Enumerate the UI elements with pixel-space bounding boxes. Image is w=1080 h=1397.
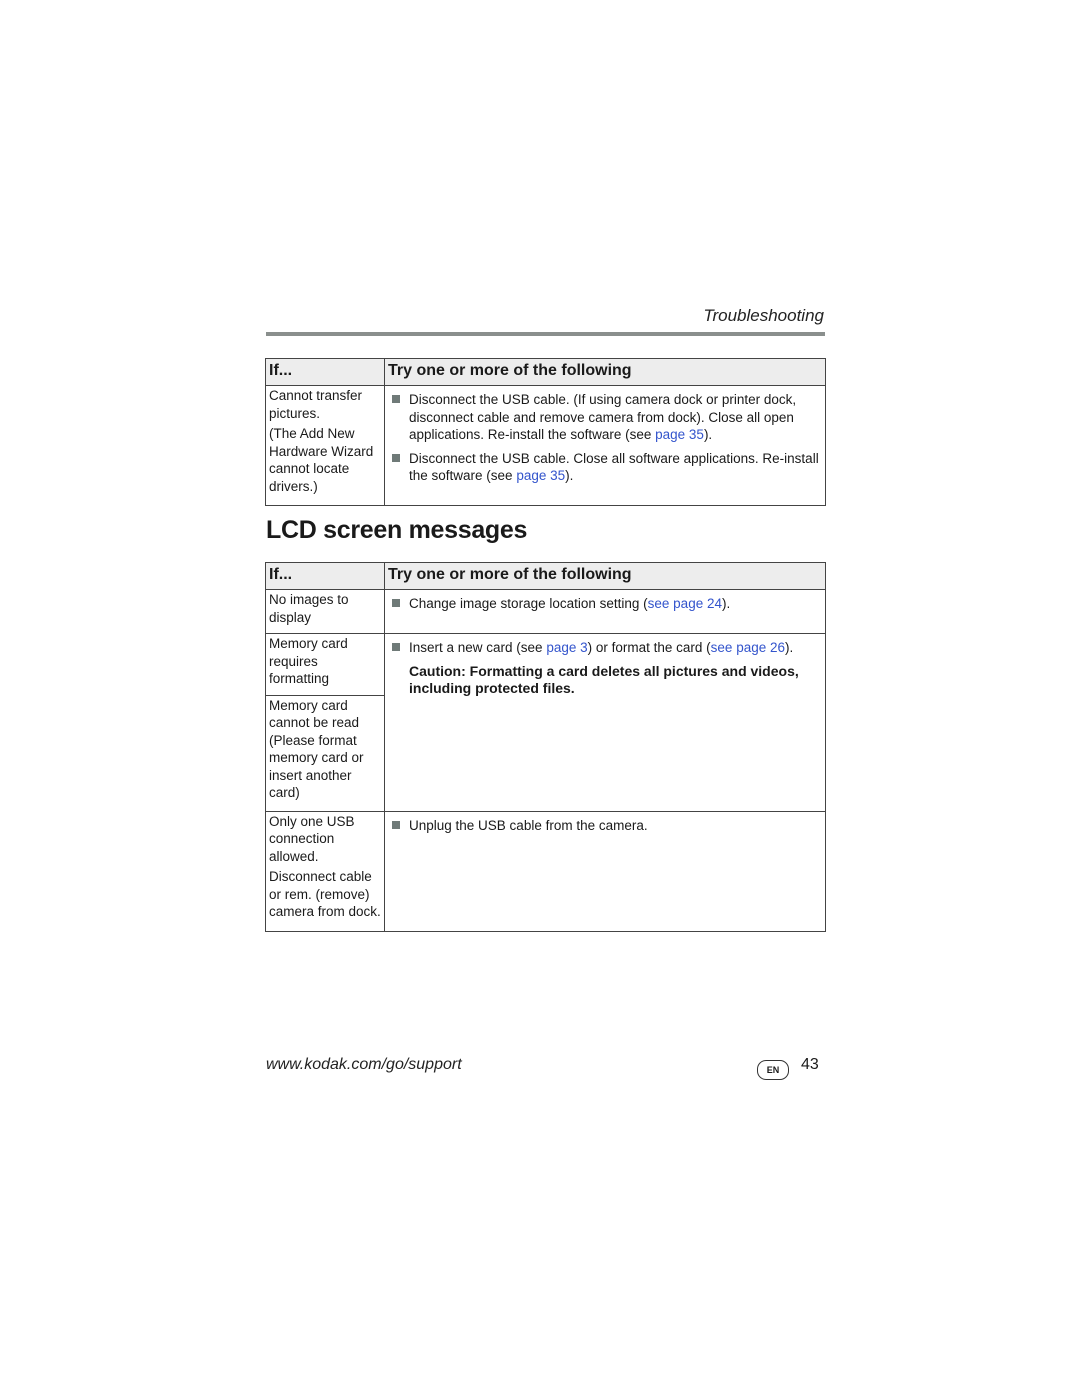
caution-note: Caution: Formatting a card deletes all p… bbox=[409, 662, 799, 696]
square-bullet-icon bbox=[392, 599, 400, 607]
column-header-solutions: Try one or more of the following bbox=[384, 358, 826, 386]
troubleshooting-table: If... Try one or more of the following C… bbox=[265, 358, 826, 506]
if-text: Disconnect cable or rem. (remove) camera… bbox=[269, 869, 381, 919]
if-cell: Only one USB connection allowed. Disconn… bbox=[265, 810, 385, 932]
page-heading: LCD screen messages bbox=[266, 516, 528, 544]
solution-cell: Insert a new card (see page 3) or format… bbox=[384, 633, 826, 812]
table-header-row: If... Try one or more of the following bbox=[265, 358, 826, 386]
table-row: No images to display Change image storag… bbox=[265, 589, 826, 634]
solution-item: Disconnect the USB cable. (If using came… bbox=[388, 391, 822, 444]
solution-text: ). bbox=[703, 427, 713, 442]
solution-item: Unplug the USB cable from the camera. bbox=[388, 817, 822, 835]
section-title: Troubleshooting bbox=[703, 306, 824, 325]
table-header-row: If... Try one or more of the following bbox=[265, 562, 826, 590]
solution-text: ). bbox=[565, 468, 574, 483]
solution-text: Disconnect the USB cable. Close all soft… bbox=[409, 450, 819, 484]
table-row: Cannot transfer pictures. (The Add New H… bbox=[265, 385, 826, 506]
page-link[interactable]: see page 24 bbox=[648, 596, 722, 611]
solution-cell: Disconnect the USB cable. (If using came… bbox=[384, 385, 826, 506]
solution-item: Disconnect the USB cable. Close all soft… bbox=[388, 450, 822, 485]
solution-cell: Change image storage location setting (s… bbox=[384, 589, 826, 634]
square-bullet-icon bbox=[392, 820, 400, 829]
if-text: (The Add New Hardware Wizard cannot loca… bbox=[269, 426, 374, 494]
lcd-messages-table: If... Try one or more of the following N… bbox=[265, 562, 826, 932]
page-link[interactable]: page 35 bbox=[516, 468, 565, 483]
solution-cell: Unplug the USB cable from the camera. bbox=[384, 810, 826, 932]
table-row: Memory card requires formatting Insert a… bbox=[265, 633, 826, 812]
page-link[interactable]: see page 26 bbox=[711, 640, 785, 655]
solution-text: Change image storage location setting ( bbox=[409, 596, 648, 611]
column-header-if: If... bbox=[265, 562, 385, 590]
support-url[interactable]: www.kodak.com/go/support bbox=[266, 1056, 462, 1074]
if-text: Only one USB connection allowed. bbox=[269, 813, 355, 864]
solution-text: ) or format the card ( bbox=[587, 640, 711, 655]
page-link[interactable]: page 35 bbox=[655, 427, 704, 442]
page-link[interactable]: page 3 bbox=[546, 640, 587, 655]
solution-text: Disconnect the USB cable. (If using came… bbox=[409, 392, 797, 442]
language-badge-icon: EN bbox=[757, 1060, 789, 1080]
column-header-solutions: Try one or more of the following bbox=[384, 562, 826, 590]
solution-text: ). bbox=[785, 640, 794, 655]
solution-text: Unplug the USB cable from the camera. bbox=[409, 817, 648, 833]
if-cell: Memory card cannot be read (Please forma… bbox=[265, 694, 385, 812]
square-bullet-icon bbox=[392, 453, 400, 462]
square-bullet-icon bbox=[392, 395, 400, 403]
solution-text: ). bbox=[721, 596, 731, 611]
column-header-if: If... bbox=[265, 358, 385, 386]
if-cell: Memory card requires formatting bbox=[265, 633, 385, 696]
if-text: Memory card cannot be read (Please forma… bbox=[269, 697, 364, 801]
solution-item: Insert a new card (see page 3) or format… bbox=[388, 639, 822, 657]
page-number: 43 bbox=[801, 1056, 819, 1073]
if-cell: Cannot transfer pictures. (The Add New H… bbox=[265, 385, 385, 506]
square-bullet-icon bbox=[392, 643, 400, 651]
header-rule bbox=[266, 332, 825, 336]
if-text: Cannot transfer pictures. bbox=[269, 388, 363, 421]
if-cell: No images to display bbox=[265, 589, 385, 634]
if-text: Memory card requires formatting bbox=[269, 636, 348, 686]
solution-item: Change image storage location setting (s… bbox=[388, 595, 822, 613]
solution-text: Insert a new card (see bbox=[409, 640, 547, 655]
table-row: Only one USB connection allowed. Disconn… bbox=[265, 810, 826, 932]
if-text: No images to display bbox=[269, 592, 349, 625]
